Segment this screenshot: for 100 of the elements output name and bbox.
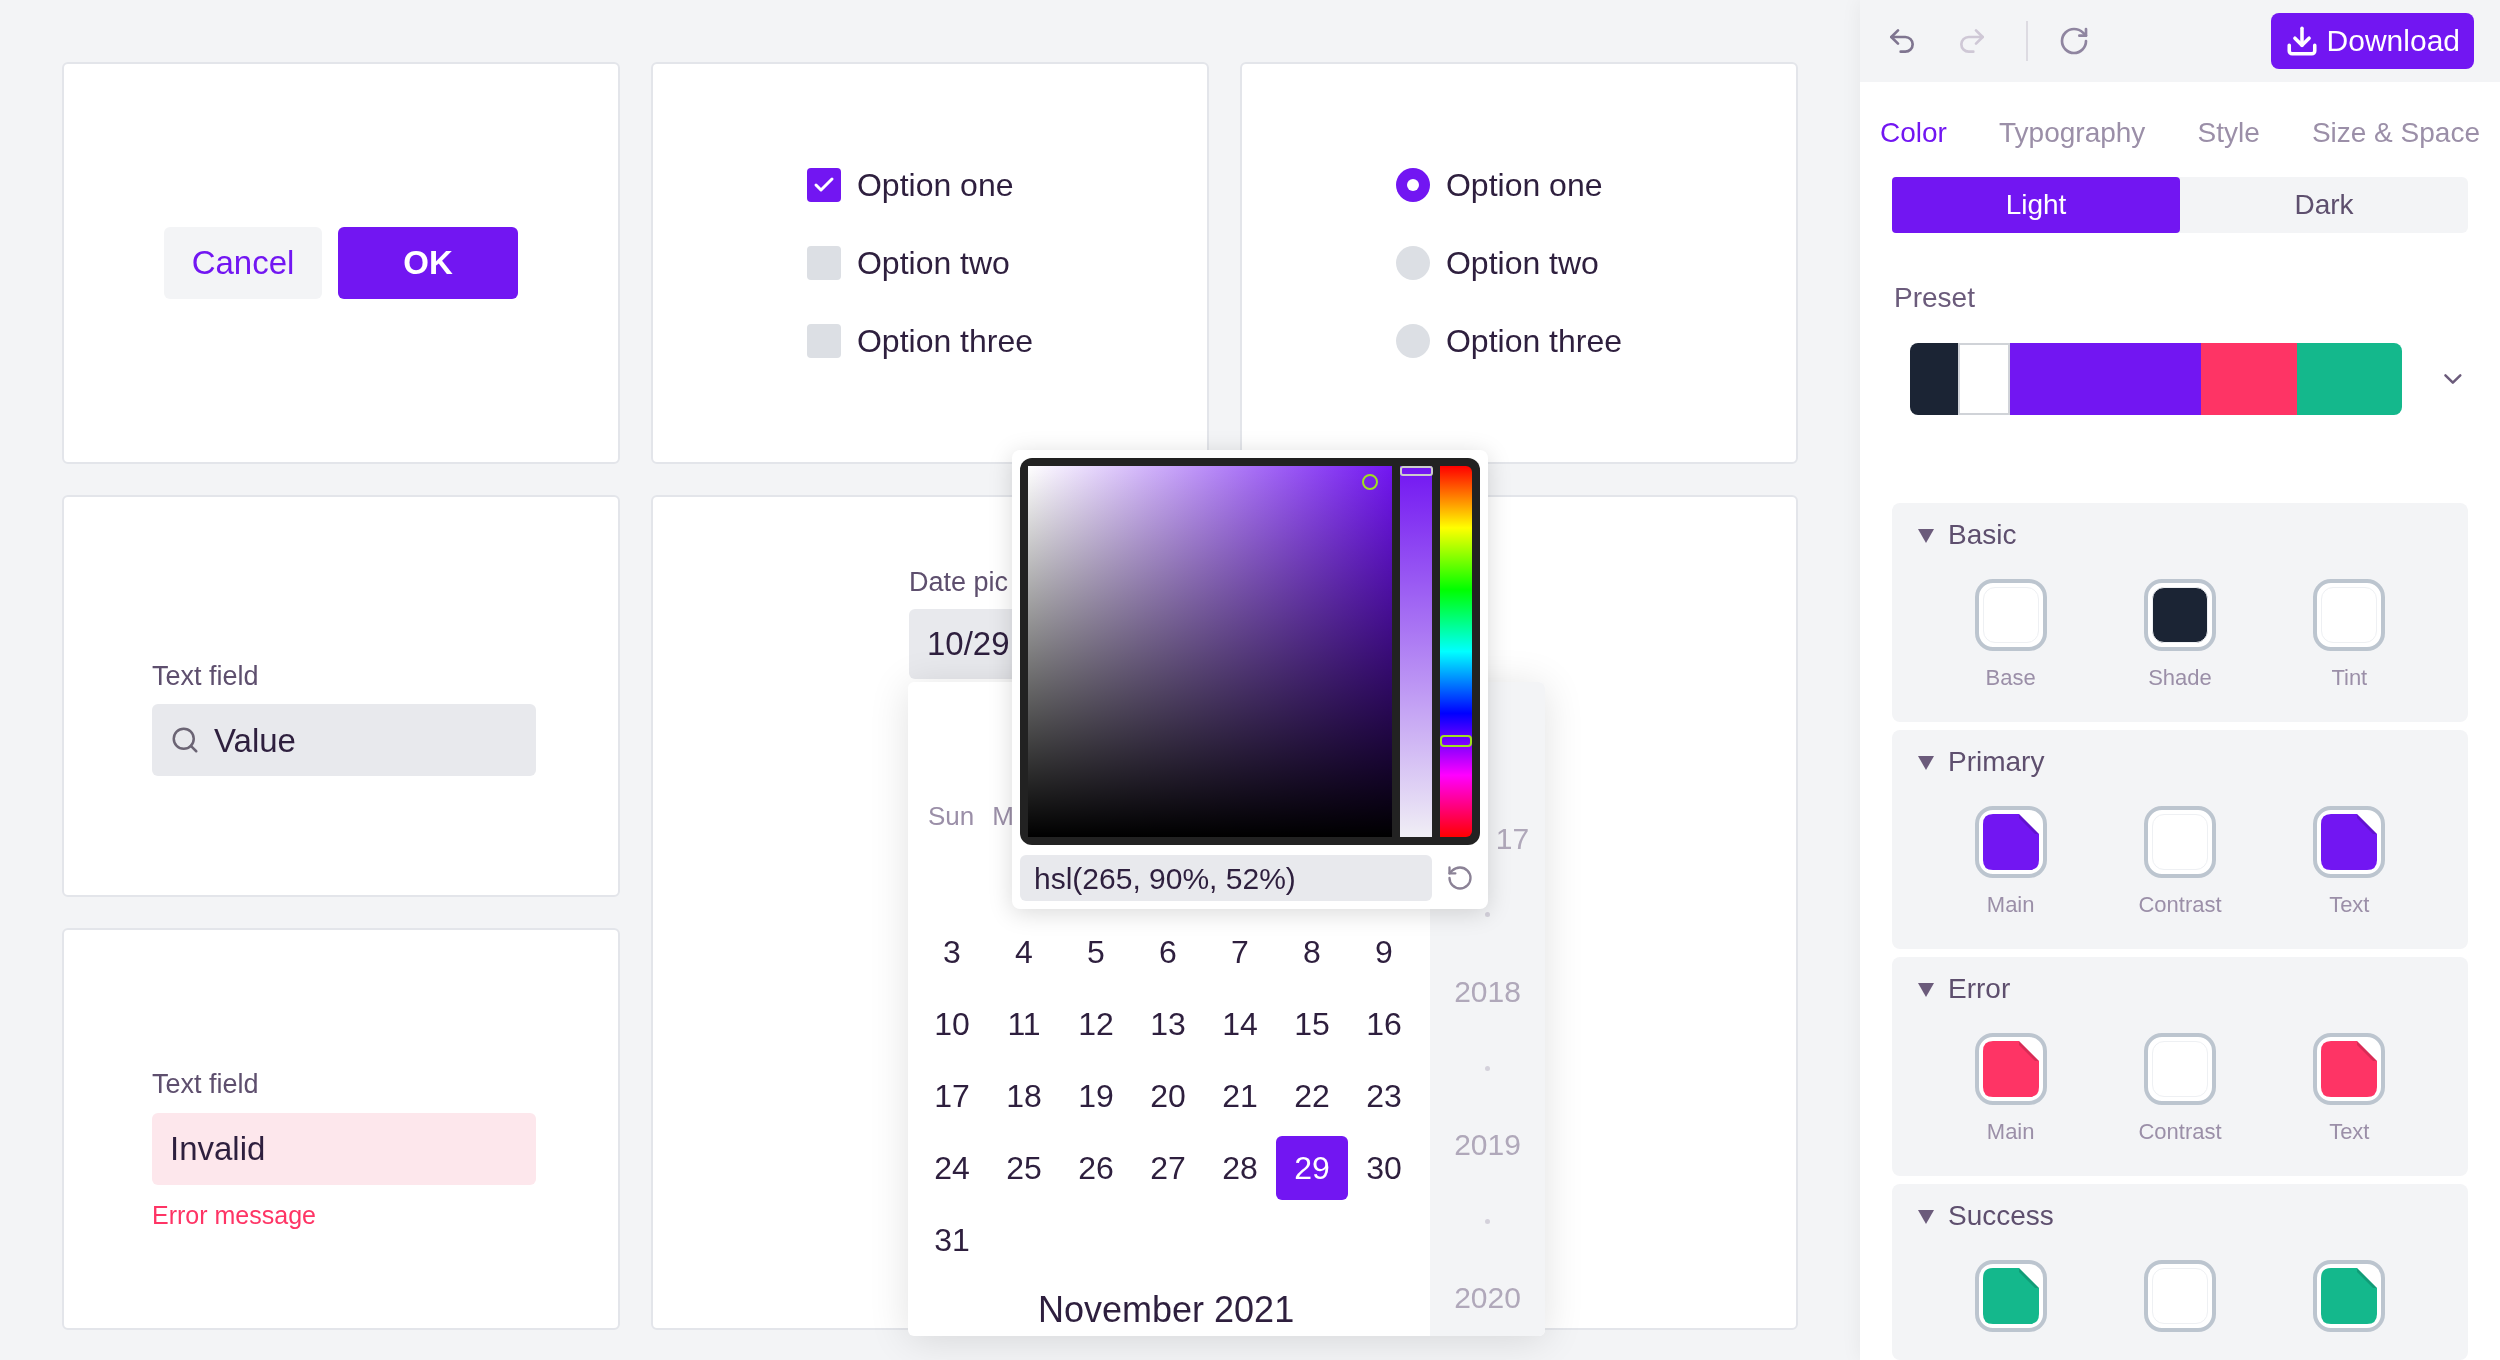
section-title[interactable]: Error [1948,968,2011,1010]
checkbox[interactable] [806,324,841,358]
color-swatch[interactable] [1974,1033,2047,1105]
swatch-fill [1982,814,2039,870]
input-field[interactable]: Invalid [152,1112,536,1185]
checkbox-label: Option two [856,244,1010,283]
calendar-day[interactable]: 10 [916,992,988,1056]
color-swatch[interactable] [2313,1260,2386,1332]
field-label: Text field [152,1068,260,1101]
calendar-day[interactable]: 27 [1132,1136,1204,1200]
radio-label: Option three [1445,322,1623,361]
calendar-day[interactable]: 16 [1348,992,1420,1056]
radio-label: Option two [1445,244,1599,283]
tab[interactable]: Color [1880,111,1947,148]
color-swatch[interactable] [1974,1260,2047,1332]
calendar-day[interactable]: 26 [1060,1136,1132,1200]
calendar-day[interactable]: 23 [1348,1064,1420,1128]
swatch-fill [2321,1041,2378,1097]
calendar-day[interactable]: 18 [988,1064,1060,1128]
swatch-fill [2321,814,2378,870]
color-swatch[interactable] [2313,1033,2386,1105]
color-swatch[interactable] [2144,1033,2216,1105]
calendar-day[interactable]: 31 [916,1208,988,1272]
checkbox-label: Option three [856,322,1034,361]
swatch-fill [2152,814,2208,870]
calendar-day[interactable]: 6 [1132,920,1204,984]
ok-button[interactable]: OK [338,227,518,299]
saturation-area[interactable] [1028,466,1392,837]
swatch-label: Contrast [2138,891,2222,919]
color-swatch[interactable] [1974,579,2047,651]
calendar-day[interactable]: 9 [1348,920,1420,984]
swatch-label: Contrast [2138,1118,2222,1146]
download-button[interactable]: Download [2270,12,2474,69]
swatch-fill [1982,1041,2039,1097]
checkbox[interactable] [806,246,841,280]
swatch-label: Text [2329,891,2370,919]
radio-button[interactable] [1395,324,1430,358]
calendar-day[interactable]: 30 [1348,1136,1420,1200]
checkbox-label: Option one [856,166,1014,205]
calendar-day[interactable]: 12 [1060,992,1132,1056]
calendar-day[interactable]: 15 [1276,992,1348,1056]
radio-button[interactable] [1395,246,1430,280]
color-value-field[interactable]: hsl(265, 90%, 52%) [1020,855,1432,901]
hue-slider[interactable] [1440,466,1472,837]
calendar-day[interactable]: 7 [1204,920,1276,984]
swatch-fill [2321,1268,2378,1324]
calendar-day[interactable]: 22 [1276,1064,1348,1128]
checkbox[interactable] [806,168,841,202]
swatch-fill [2152,587,2208,643]
calendar-day[interactable]: 20 [1132,1064,1204,1128]
mode-toggle[interactable]: Light [1892,177,2180,233]
search-icon [170,725,200,756]
calendar-day[interactable]: 3 [916,920,988,984]
slider-thumb[interactable] [1440,734,1473,747]
section-title[interactable]: Success [1948,1195,2054,1237]
calendar-day[interactable]: 21 [1204,1064,1276,1128]
swatch-fill [1982,1268,2039,1324]
color-swatch[interactable] [2144,1260,2216,1332]
section-title[interactable]: Basic [1948,514,2017,556]
mode-toggle[interactable]: Dark [2180,177,2468,233]
alpha-slider[interactable] [1399,466,1433,837]
section-title[interactable]: Primary [1948,741,2045,783]
color-swatch[interactable] [1974,806,2047,878]
calendar-day[interactable]: 11 [988,992,1060,1056]
error-message: Error message [152,1199,317,1231]
swatch-fill [2152,1041,2208,1097]
weekday-label: Sun [928,800,975,833]
calendar-day[interactable]: 14 [1204,992,1276,1056]
calendar-day[interactable]: 13 [1132,992,1204,1056]
weekday-label: M [992,800,1014,833]
swatch-label: Tint [2331,664,2368,692]
swatch-label: Text [2329,1118,2370,1146]
swatch-fill [2152,1268,2208,1324]
color-swatch[interactable] [2144,579,2216,651]
calendar-day[interactable]: 8 [1276,920,1348,984]
calendar-day[interactable]: 28 [1204,1136,1276,1200]
calendar-day[interactable]: 4 [988,920,1060,984]
reset-icon[interactable] [1446,864,1474,892]
calendar-day[interactable]: 29 [1276,1136,1348,1200]
radio-button[interactable] [1395,168,1430,202]
color-swatch[interactable] [2313,806,2386,878]
calendar-day[interactable]: 5 [1060,920,1132,984]
swatch-label: Main [1986,1118,2035,1146]
color-swatch[interactable] [2313,579,2386,651]
month-title: November 2021 [1038,1290,1296,1330]
field-label: Text field [152,659,260,693]
color-swatch[interactable] [2144,806,2216,878]
swatch-fill [2321,587,2378,643]
swatch-label: Base [1985,664,2036,692]
preset-palette[interactable] [1910,343,2403,415]
cancel-button[interactable]: Cancel [164,227,322,299]
swatch-label: Main [1986,891,2035,919]
calendar-day[interactable]: 24 [916,1136,988,1200]
calendar-day[interactable]: 19 [1060,1064,1132,1128]
calendar-day[interactable]: 25 [988,1136,1060,1200]
slider-thumb[interactable] [1399,466,1433,476]
calendar-day[interactable]: 17 [916,1064,988,1128]
search-field[interactable]: Value [152,704,536,777]
picker-handle[interactable] [1362,474,1378,490]
swatch-label: Shade [2148,664,2212,692]
